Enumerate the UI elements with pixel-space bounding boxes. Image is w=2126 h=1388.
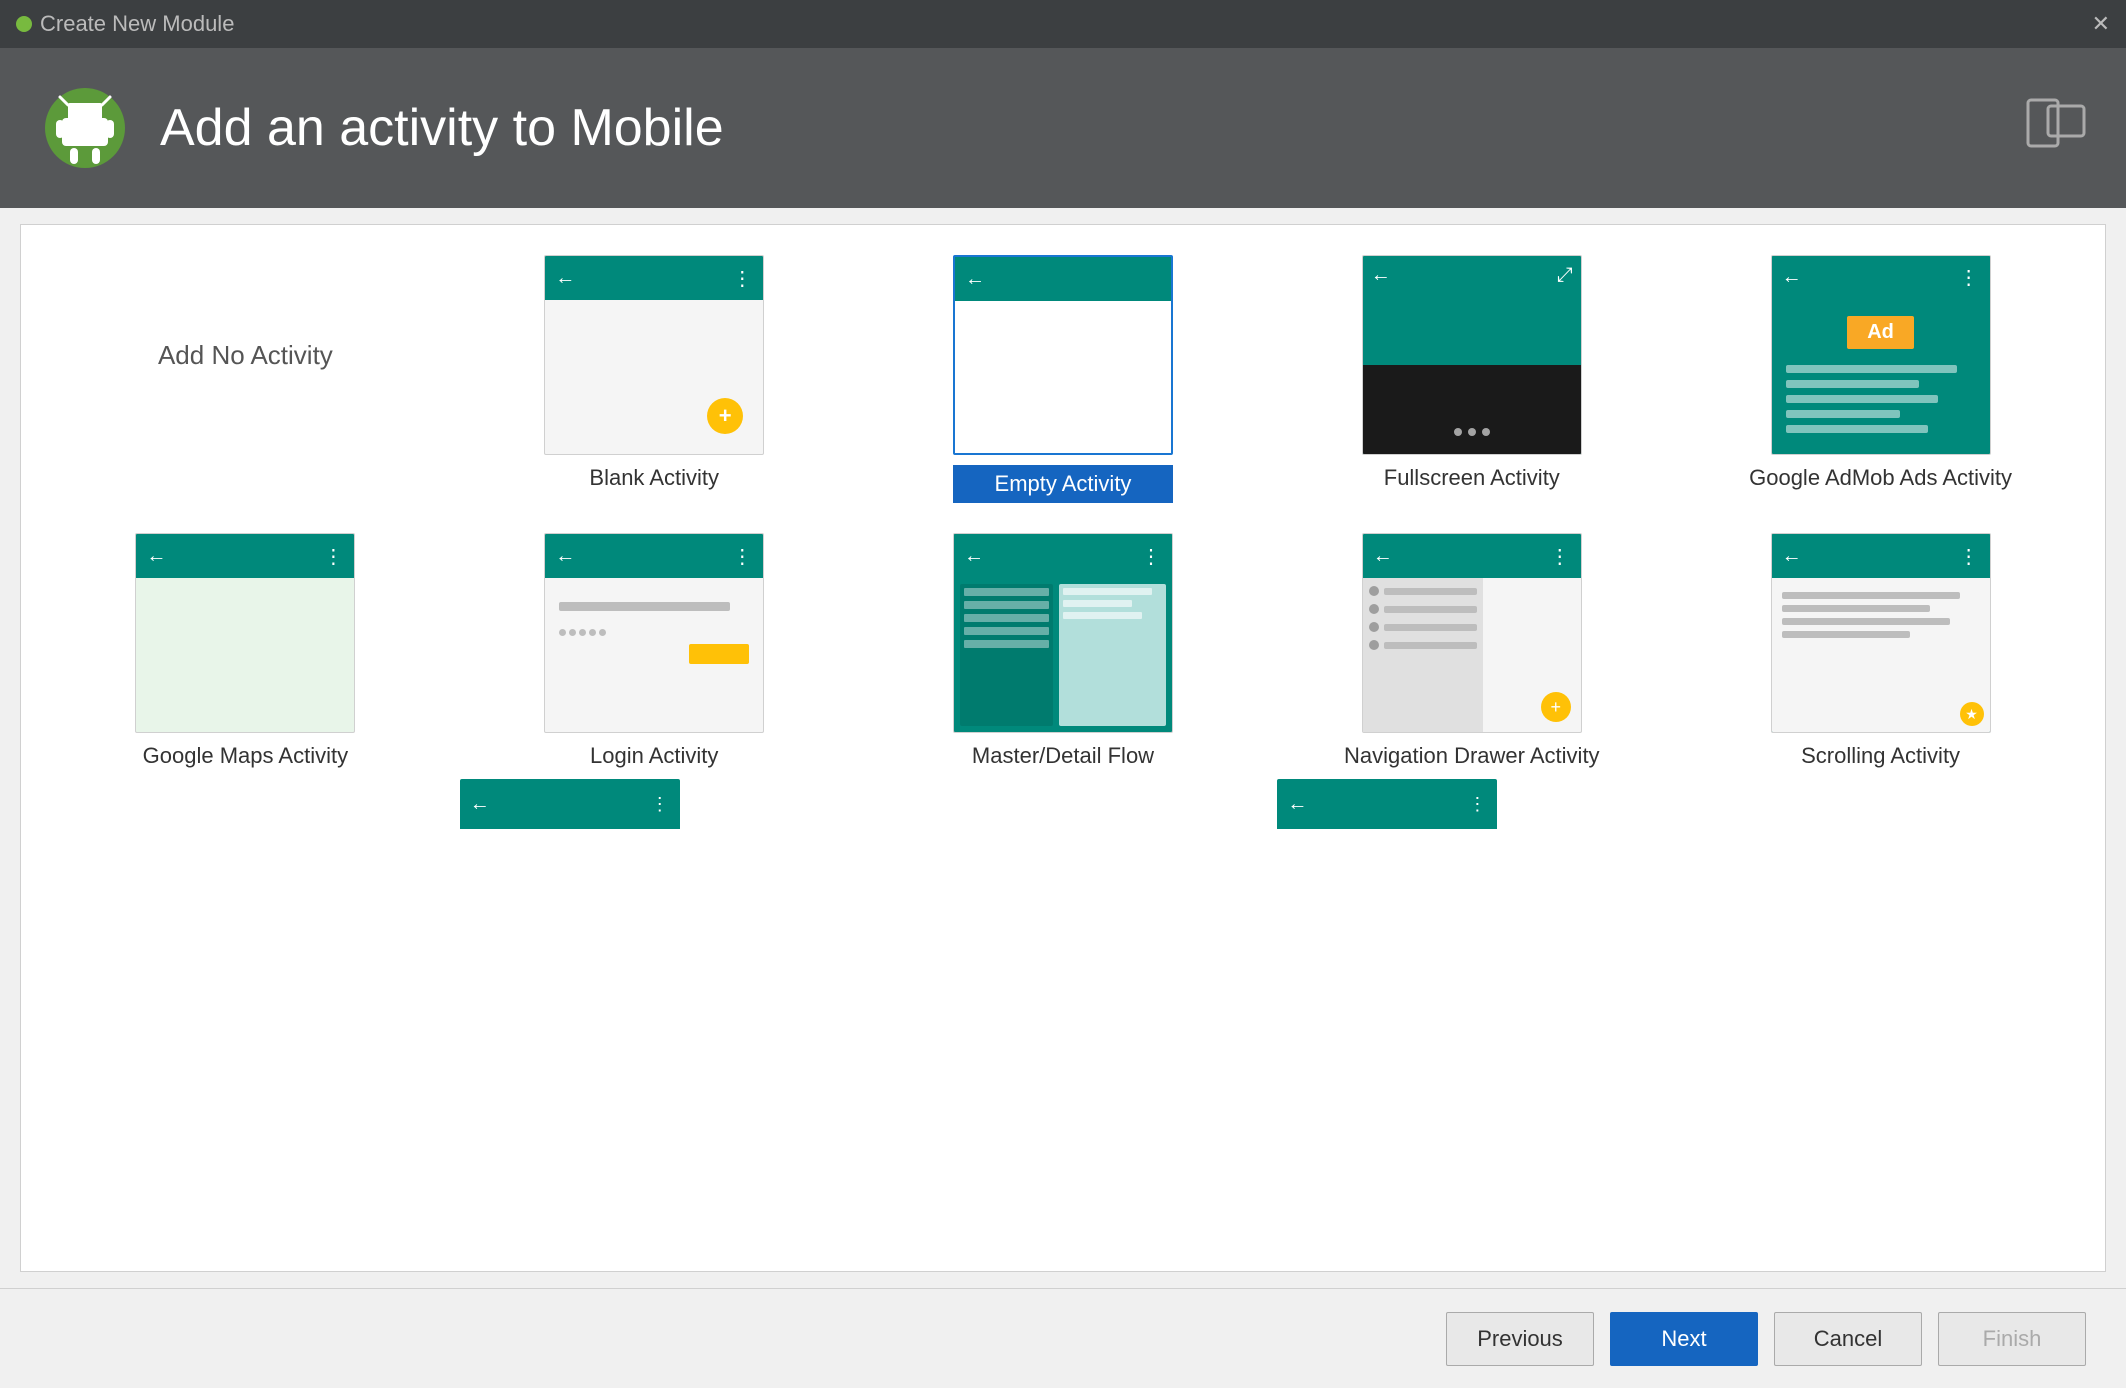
scrolling-content: ★ xyxy=(1772,578,1990,732)
nav-three-dot: ⋮ xyxy=(1550,544,1571,569)
close-button[interactable]: ✕ xyxy=(2092,13,2110,35)
login-back-icon: ← xyxy=(555,545,575,568)
scrolling-label: Scrolling Activity xyxy=(1801,743,1960,769)
login-teal-bar: ← ⋮ xyxy=(545,534,763,578)
fullscreen-expand-icon: ⤢ xyxy=(1557,264,1573,287)
fullscreen-label: Fullscreen Activity xyxy=(1384,465,1560,491)
master-detail-thumb: ← ⋮ xyxy=(953,533,1173,733)
blank-activity-item[interactable]: ← ⋮ + Blank Activity xyxy=(460,255,849,491)
no-activity-thumb: Add No Activity xyxy=(135,255,355,455)
android-logo xyxy=(40,83,130,173)
fullscreen-thumb: ← ⤢ xyxy=(1362,255,1582,455)
detail-panel xyxy=(1059,584,1166,726)
scrolling-thumb: ← ⋮ ★ xyxy=(1771,533,1991,733)
login-button-mock xyxy=(689,644,749,664)
maps-teal-bar: ← ⋮ xyxy=(136,534,354,578)
maps-activity-item[interactable]: ← ⋮ 📍 Google Maps Activity xyxy=(51,533,440,769)
login-fields xyxy=(545,578,763,672)
master-detail-label: Master/Detail Flow xyxy=(972,743,1154,769)
admob-three-dot: ⋮ xyxy=(1959,265,1980,290)
nav-item-4 xyxy=(1369,640,1477,650)
partial-item-5 xyxy=(1686,779,2075,829)
device-icon xyxy=(2026,98,2086,158)
scrolling-star: ★ xyxy=(1960,702,1984,726)
scrolling-activity-item[interactable]: ← ⋮ ★ Scrolling Activity xyxy=(1686,533,2075,769)
nav-fab: + xyxy=(1541,692,1571,722)
maps-label: Google Maps Activity xyxy=(143,743,348,769)
dialog-title: Create New Module xyxy=(40,11,234,37)
no-activity-item[interactable]: Add No Activity xyxy=(51,255,440,455)
fullscreen-back-icon: ← xyxy=(1371,264,1391,287)
nav-drawer-thumb: ← ⋮ xyxy=(1362,533,1582,733)
login-activity-item[interactable]: ← ⋮ xyxy=(460,533,849,769)
footer: Previous Next Cancel Finish xyxy=(0,1288,2126,1388)
cancel-button[interactable]: Cancel xyxy=(1774,1312,1922,1366)
scroll-three-dot: ⋮ xyxy=(1959,544,1980,569)
scroll-back-icon: ← xyxy=(1782,545,1802,568)
header: Add an activity to Mobile xyxy=(0,48,2126,208)
nav-item-1 xyxy=(1369,586,1477,596)
header-title: Add an activity to Mobile xyxy=(160,98,724,158)
finish-button[interactable]: Finish xyxy=(1938,1312,2086,1366)
fullscreen-activity-item[interactable]: ← ⤢ Fullscreen Activity xyxy=(1277,255,1666,491)
partial-item-1 xyxy=(51,779,440,829)
nav-drawer-panel xyxy=(1363,578,1483,732)
next-button[interactable]: Next xyxy=(1610,1312,1758,1366)
nav-drawer-header: ← ⋮ xyxy=(1363,534,1581,578)
login-thumb: ← ⋮ xyxy=(544,533,764,733)
admob-lines xyxy=(1772,359,1990,446)
empty-teal-bar: ← xyxy=(955,257,1171,301)
blank-teal-bar: ← ⋮ xyxy=(545,256,763,300)
admob-label: Google AdMob Ads Activity xyxy=(1749,465,2012,491)
empty-activity-thumb: ← xyxy=(953,255,1173,455)
password-dots xyxy=(559,629,749,636)
login-label: Login Activity xyxy=(590,743,718,769)
partial-row: ← ⋮ ← ⋮ xyxy=(51,779,2075,829)
partial-item-3 xyxy=(869,779,1258,829)
admob-back-icon: ← xyxy=(1782,266,1802,289)
maps-thumb: ← ⋮ 📍 xyxy=(135,533,355,733)
partial-back-1: ← xyxy=(470,793,490,816)
partial-item-2[interactable]: ← ⋮ xyxy=(460,779,849,829)
empty-activity-item[interactable]: ← Empty Activity xyxy=(869,255,1258,503)
admob-banner: Ad xyxy=(1847,316,1914,349)
blank-fab: + xyxy=(707,398,743,434)
partial-item-4[interactable]: ← ⋮ xyxy=(1277,779,1666,829)
maps-back-icon: ← xyxy=(146,545,166,568)
activity-grid: Add No Activity ← ⋮ + Blank Activity ← xyxy=(51,255,2075,769)
nav-item-3 xyxy=(1369,622,1477,632)
partial-dot-1: ⋮ xyxy=(651,794,670,815)
partial-back-2: ← xyxy=(1287,793,1307,816)
nav-back-icon: ← xyxy=(1373,545,1393,568)
master-detail-item[interactable]: ← ⋮ xyxy=(869,533,1258,769)
back-arrow-icon: ← xyxy=(555,267,575,290)
blank-activity-thumb: ← ⋮ + xyxy=(544,255,764,455)
no-activity-label: Add No Activity xyxy=(158,340,333,371)
nav-item-2 xyxy=(1369,604,1477,614)
back-arrow-icon2: ← xyxy=(965,268,985,291)
three-dot-icon: ⋮ xyxy=(732,266,753,291)
maps-three-dot: ⋮ xyxy=(323,544,344,569)
md-three-dot: ⋮ xyxy=(1141,544,1162,569)
nav-drawer-label: Navigation Drawer Activity xyxy=(1344,743,1600,769)
md-back-icon: ← xyxy=(964,545,984,568)
title-bar-left: Create New Module xyxy=(16,11,234,37)
main-content: Add No Activity ← ⋮ + Blank Activity ← xyxy=(20,224,2106,1272)
fullscreen-dots xyxy=(1454,428,1490,436)
fullscreen-diagonal xyxy=(1363,256,1581,454)
admob-thumb: ← ⋮ Ad xyxy=(1771,255,1991,455)
blank-activity-label: Blank Activity xyxy=(589,465,719,491)
login-three-dot: ⋮ xyxy=(732,544,753,569)
master-list xyxy=(960,584,1053,726)
admob-activity-item[interactable]: ← ⋮ Ad Google AdMob Ads Activity xyxy=(1686,255,2075,491)
empty-activity-label: Empty Activity xyxy=(953,465,1173,503)
previous-button[interactable]: Previous xyxy=(1446,1312,1594,1366)
title-bar: Create New Module ✕ xyxy=(0,0,2126,48)
nav-drawer-item[interactable]: ← ⋮ xyxy=(1277,533,1666,769)
partial-dot-2: ⋮ xyxy=(1468,794,1487,815)
master-detail-content xyxy=(954,578,1172,732)
app-icon xyxy=(16,16,32,32)
